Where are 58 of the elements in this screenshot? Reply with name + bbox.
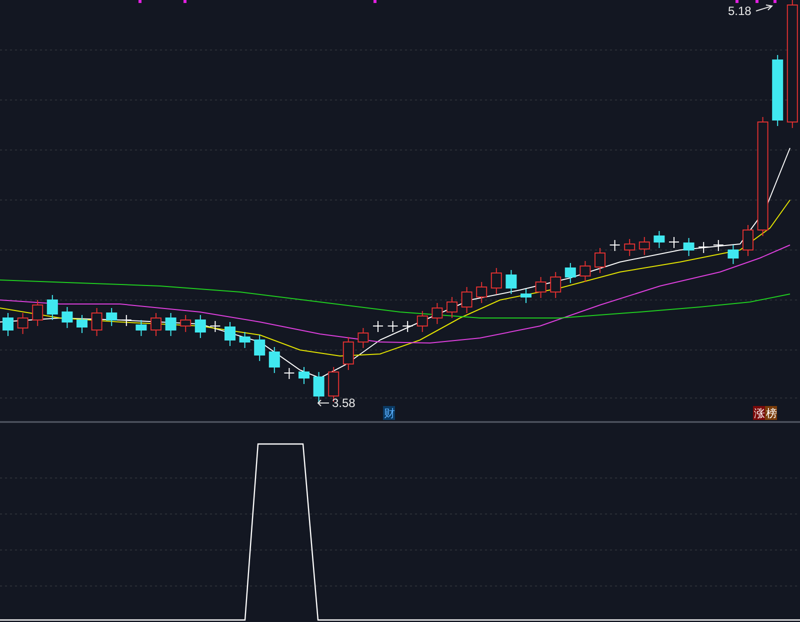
candlestick xyxy=(358,328,369,348)
candlestick xyxy=(594,248,606,274)
candlestick xyxy=(165,312,176,336)
leader-line xyxy=(317,400,330,406)
candlestick xyxy=(62,306,73,328)
candlestick xyxy=(402,320,414,332)
candlestick xyxy=(446,296,458,318)
candlestick xyxy=(638,236,650,256)
candlestick xyxy=(284,368,295,380)
candlestick xyxy=(712,240,724,252)
candlestick xyxy=(432,302,443,324)
candlestick xyxy=(416,310,428,332)
candlestick xyxy=(624,238,636,256)
candlestick xyxy=(106,308,118,326)
news-badge: 财 xyxy=(383,406,395,420)
high-price-label: 5.18 xyxy=(728,4,752,18)
candlestick xyxy=(2,312,14,336)
candlestick xyxy=(224,322,236,346)
candlestick xyxy=(210,320,221,332)
candlestick xyxy=(268,346,280,374)
candlestick xyxy=(342,336,354,370)
candlestick xyxy=(76,314,88,334)
candlestick xyxy=(372,320,384,332)
low-price-label: 3.58 xyxy=(332,396,356,410)
leader-line xyxy=(756,4,774,12)
candlestick xyxy=(698,242,710,254)
candlestick xyxy=(298,366,310,384)
candlestick xyxy=(17,312,28,334)
candlestick xyxy=(150,312,162,336)
candlestick xyxy=(194,314,206,338)
ranking-badge: 榜 xyxy=(765,406,777,420)
candlestick xyxy=(239,332,250,348)
candlestick xyxy=(580,260,591,282)
candlestick xyxy=(313,372,324,402)
candlestick xyxy=(180,314,192,332)
candlestick xyxy=(668,236,680,248)
candlestick xyxy=(728,244,739,264)
candlestick xyxy=(609,240,620,252)
candlestick xyxy=(461,286,472,314)
candlestick xyxy=(490,268,502,294)
candlestick xyxy=(772,54,784,126)
candlestick xyxy=(46,294,58,320)
candlestick xyxy=(32,300,44,326)
candlestick xyxy=(550,272,562,298)
candlestick xyxy=(742,224,754,256)
candlestick xyxy=(535,276,546,298)
candlestick xyxy=(476,282,488,304)
candlestick xyxy=(254,334,266,362)
candlestick xyxy=(387,320,398,332)
ranking-badge: 涨 xyxy=(753,406,765,420)
candlestick xyxy=(120,314,132,326)
candlestick xyxy=(506,270,517,294)
candlestick xyxy=(654,230,665,248)
candlestick xyxy=(520,288,532,304)
candlestick xyxy=(91,308,102,336)
candlestick xyxy=(683,238,694,256)
candlestick xyxy=(136,320,147,336)
candlestick xyxy=(564,262,576,284)
